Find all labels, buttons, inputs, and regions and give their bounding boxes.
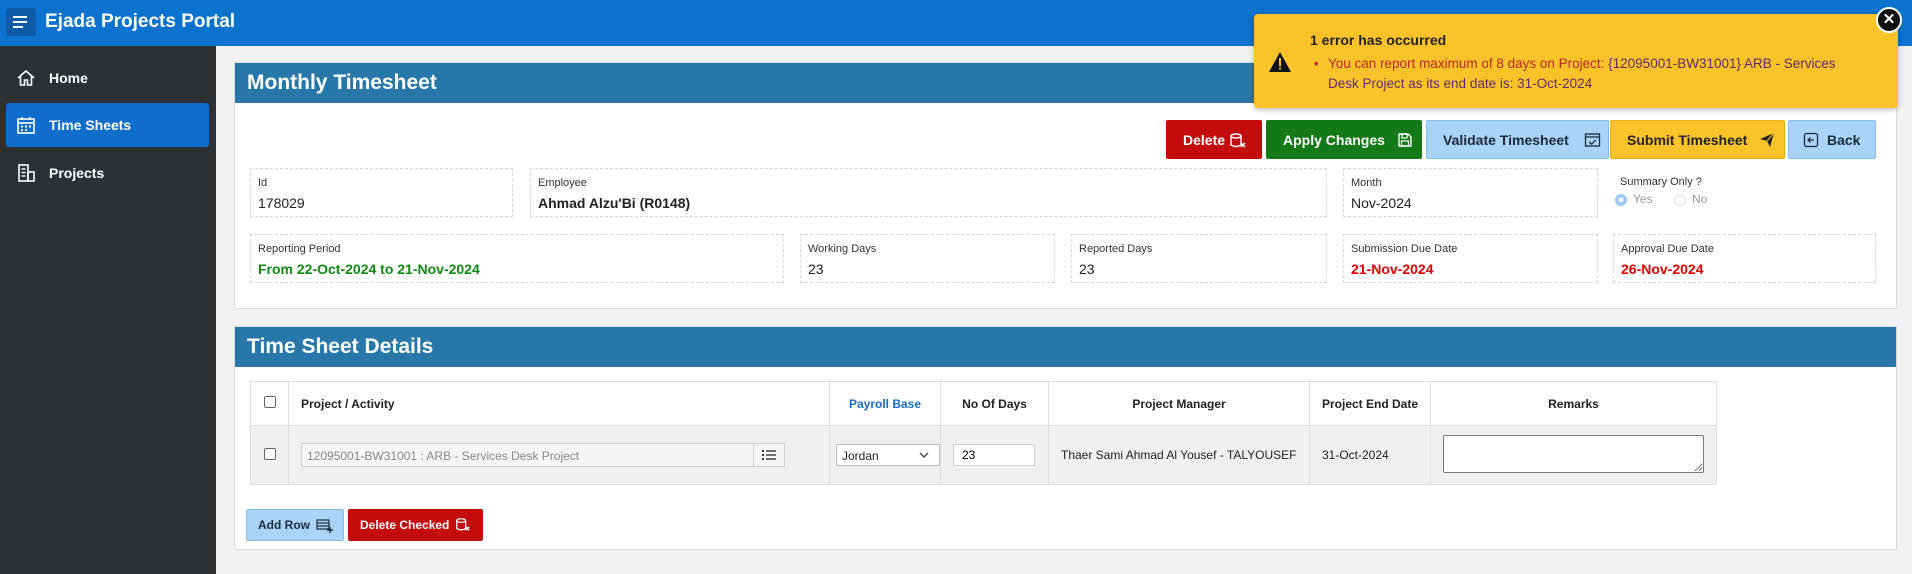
error-alert: 1 error has occurred • You can report ma… [1254, 14, 1898, 108]
add-row-button[interactable]: Add Row [246, 509, 344, 541]
project-lov-field[interactable]: 12095001-BW31001 : ARB - Services Desk P… [301, 443, 785, 467]
id-label: Id [258, 177, 268, 189]
validate-timesheet-button[interactable]: Validate Timesheet [1426, 120, 1609, 159]
project-end-date-cell: 31-Oct-2024 [1309, 425, 1431, 485]
payroll-base-select[interactable]: Jordan [836, 444, 940, 466]
reporting-period-field: Reporting Period From 22-Oct-2024 to 21-… [250, 234, 784, 283]
sidebar-item-home[interactable]: Home [6, 56, 209, 100]
no-radio[interactable] [1674, 194, 1686, 206]
buildings-icon [18, 164, 35, 182]
project-value: 12095001-BW31001 : ARB - Services Desk P… [307, 449, 580, 463]
employee-label: Employee [538, 177, 587, 189]
calendar-icon [17, 117, 35, 134]
approval-label: Approval Due Date [1621, 243, 1714, 255]
card-title: Time Sheet Details [247, 335, 434, 358]
period-value: From 22-Oct-2024 to 21-Nov-2024 [258, 261, 480, 277]
apply-changes-button[interactable]: Apply Changes [1266, 120, 1422, 159]
payroll-cell: Jordan [829, 425, 941, 485]
delete-records-icon [1230, 133, 1246, 148]
column-header-project-end-date[interactable]: Project End Date [1309, 381, 1431, 426]
payroll-value: Jordan [842, 449, 879, 463]
back-button[interactable]: Back [1788, 120, 1876, 159]
menu-icon[interactable] [6, 8, 36, 36]
send-icon [1760, 132, 1775, 147]
delete-records-icon [456, 518, 470, 531]
close-icon[interactable]: ✕ [1876, 7, 1902, 33]
id-field: Id 178029 [250, 168, 513, 217]
select-all-header [250, 381, 289, 426]
home-icon [17, 69, 35, 86]
add-row-icon [316, 519, 333, 533]
no-of-days-input[interactable] [953, 444, 1035, 466]
list-icon[interactable] [753, 444, 784, 466]
sidebar-item-label: Home [49, 70, 88, 86]
approval-due-date-field: Approval Due Date 26-Nov-2024 [1613, 234, 1876, 283]
month-field: Month Nov-2024 [1343, 168, 1598, 217]
row-select-cell [250, 425, 289, 485]
app-title[interactable]: Ejada Projects Portal [45, 11, 235, 33]
yes-radio[interactable] [1615, 194, 1627, 206]
card-title: Monthly Timesheet [247, 71, 437, 94]
column-header-project-manager[interactable]: Project Manager [1048, 381, 1310, 426]
project-cell: 12095001-BW31001 : ARB - Services Desk P… [288, 425, 830, 485]
validate-icon [1584, 133, 1601, 147]
project-manager-cell: Thaer Sami Ahmad Al Yousef - TALYOUSEF [1048, 425, 1310, 485]
working-days-label: Working Days [808, 243, 877, 255]
month-label: Month [1351, 177, 1382, 189]
column-header-no-of-days[interactable]: No Of Days [940, 381, 1049, 426]
no-radio-label: No [1692, 192, 1708, 206]
alert-title: 1 error has occurred [1310, 32, 1447, 48]
sidebar: Home Time Sheets Projects [0, 46, 216, 574]
month-value: Nov-2024 [1351, 195, 1412, 211]
reported-days-field: Reported Days 23 [1071, 234, 1327, 283]
table-header-row: Project / Activity Payroll Base No Of Da… [250, 381, 1717, 426]
submission-due-date-field: Submission Due Date 21-Nov-2024 [1343, 234, 1598, 283]
card-header: Time Sheet Details [235, 327, 1896, 367]
alert-message-text: You can report maximum of 8 days on Proj… [1328, 56, 1609, 71]
employee-field: Employee Ahmad Alzu'Bi (R0148) [530, 168, 1327, 217]
delete-checked-button[interactable]: Delete Checked [348, 509, 483, 541]
remarks-textarea[interactable] [1443, 434, 1704, 473]
period-label: Reporting Period [258, 243, 341, 255]
column-header-payroll-base[interactable]: Payroll Base [829, 381, 941, 426]
working-days-value: 23 [808, 261, 824, 277]
employee-value: Ahmad Alzu'Bi (R0148) [538, 195, 691, 211]
column-header-remarks[interactable]: Remarks [1430, 381, 1717, 426]
alert-message: • You can report maximum of 8 days on Pr… [1314, 54, 1868, 94]
select-all-checkbox[interactable] [263, 396, 276, 408]
working-days-field: Working Days 23 [800, 234, 1055, 283]
alert-message-tail: as its end date is: 31-Oct-2024 [1404, 76, 1593, 91]
summary-label: Summary Only ? [1620, 176, 1702, 188]
chevron-down-icon [919, 452, 929, 458]
submission-label: Submission Due Date [1351, 243, 1458, 255]
sidebar-item-time-sheets[interactable]: Time Sheets [6, 103, 209, 147]
reported-days-value: 23 [1079, 261, 1095, 277]
warning-icon [1269, 52, 1291, 72]
column-header-project[interactable]: Project / Activity [288, 381, 830, 426]
approval-value: 26-Nov-2024 [1621, 261, 1704, 277]
remarks-cell [1430, 425, 1717, 485]
bullet: • [1314, 56, 1319, 71]
row-checkbox[interactable] [263, 447, 276, 460]
sidebar-item-label: Projects [49, 165, 105, 181]
delete-button[interactable]: Delete [1166, 120, 1262, 159]
summary-only-field: Summary Only ? Yes No [1613, 168, 1876, 217]
back-icon [1803, 132, 1819, 148]
submit-timesheet-button[interactable]: Submit Timesheet [1610, 120, 1785, 159]
reported-days-label: Reported Days [1079, 243, 1153, 255]
save-icon [1398, 133, 1412, 147]
table-row: 12095001-BW31001 : ARB - Services Desk P… [250, 425, 1717, 485]
submission-value: 21-Nov-2024 [1351, 261, 1434, 277]
sidebar-item-projects[interactable]: Projects [6, 151, 209, 195]
sidebar-item-label: Time Sheets [49, 117, 132, 133]
timesheet-details-table: Project / Activity Payroll Base No Of Da… [250, 381, 1717, 485]
id-value: 178029 [258, 195, 305, 211]
days-cell [940, 425, 1049, 485]
yes-radio-label: Yes [1633, 192, 1653, 206]
